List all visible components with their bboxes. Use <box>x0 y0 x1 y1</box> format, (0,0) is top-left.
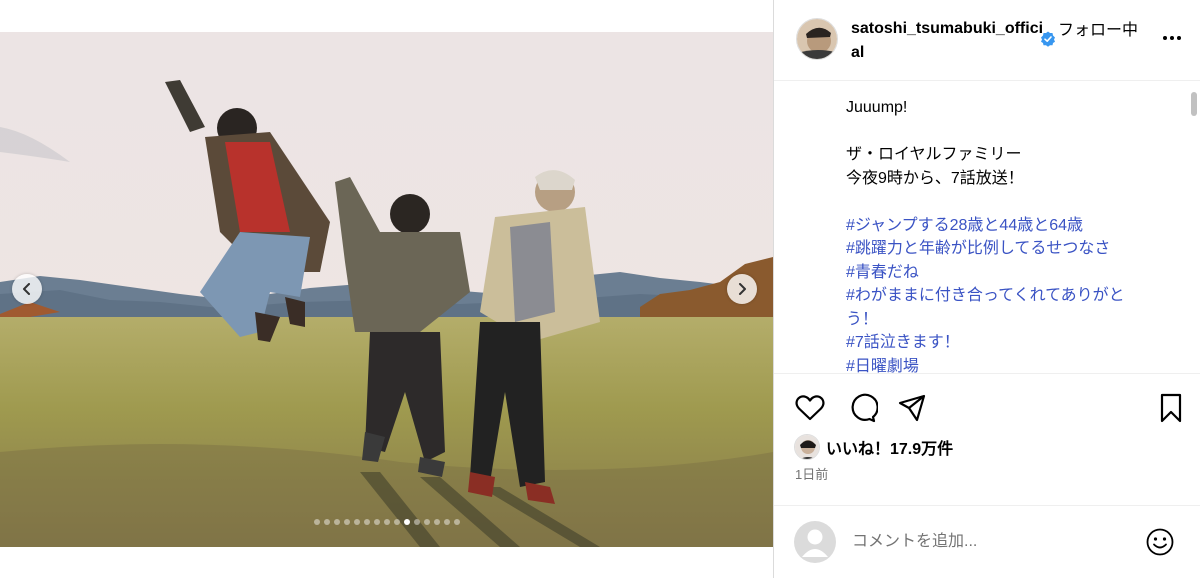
slide-dot <box>433 519 440 525</box>
author-username[interactable]: satoshi_tsumabuki_official <box>851 17 1051 65</box>
slide-dot-active <box>403 519 410 525</box>
slide-dot <box>423 519 430 525</box>
hashtag-link[interactable]: #7話泣きます！ <box>846 331 1176 355</box>
slide-indicator <box>0 519 773 525</box>
caption-area[interactable]: Juuump! ザ・ロイヤルファミリー 今夜9時から、7話放送！ #ジャンプする… <box>774 82 1200 374</box>
hashtag-link-continued[interactable]: う！ <box>846 308 1176 332</box>
chevron-left-icon <box>23 283 30 295</box>
slide-dot <box>343 519 350 525</box>
caption-line <box>846 120 1176 144</box>
slide-dot <box>443 519 450 525</box>
post-photo[interactable] <box>0 32 773 547</box>
hashtag-link[interactable]: #跳躍力と年齢が比例してるせつなさ <box>846 237 1176 261</box>
likes-count[interactable]: いいね！17.9万件 <box>826 435 953 459</box>
comment-input[interactable] <box>852 530 1132 554</box>
heart-icon[interactable] <box>794 392 826 424</box>
slide-dot <box>453 519 460 525</box>
likes-row[interactable]: いいね！17.9万件 <box>794 434 953 460</box>
comment-icon[interactable] <box>846 392 878 424</box>
bookmark-icon[interactable] <box>1155 392 1187 424</box>
more-options-button[interactable] <box>1160 28 1184 48</box>
slide-dot <box>373 519 380 525</box>
emoji-icon[interactable] <box>1145 527 1175 557</box>
previous-slide-button[interactable] <box>12 274 42 304</box>
post-header: satoshi_tsumabuki_official フォロー中 <box>774 0 1200 81</box>
slide-dot <box>393 519 400 525</box>
caption-line: 今夜9時から、7話放送！ <box>846 169 1024 187</box>
photo-illustration <box>0 32 773 547</box>
chevron-right-icon <box>739 283 746 295</box>
post-actions <box>774 390 1200 426</box>
user-avatar <box>794 521 836 563</box>
next-slide-button[interactable] <box>727 274 757 304</box>
post-timestamp[interactable]: 1日前 <box>795 464 828 483</box>
following-button[interactable]: フォロー中 <box>1058 16 1138 40</box>
post-side-panel: satoshi_tsumabuki_official フォロー中 Juuump!… <box>773 0 1200 578</box>
scrollbar-thumb[interactable] <box>1191 92 1197 116</box>
caption-scrollbar[interactable] <box>1189 88 1198 368</box>
liker-avatar <box>794 434 820 460</box>
more-dot-icon <box>1177 36 1181 40</box>
post-media <box>0 0 773 578</box>
hashtag-link[interactable]: #ジャンプする28歳と44歳と64歳 <box>846 214 1176 238</box>
slide-dot <box>313 519 320 525</box>
slide-dot <box>333 519 340 525</box>
caption-line <box>846 190 1176 214</box>
share-icon[interactable] <box>896 392 928 424</box>
verified-badge-icon <box>1041 31 1055 47</box>
hashtag-link[interactable]: #日曜劇場 <box>846 355 1176 374</box>
caption-line: Juuump! <box>846 99 908 116</box>
more-dot-icon <box>1163 36 1167 40</box>
comment-composer <box>774 505 1200 578</box>
slide-dot <box>363 519 370 525</box>
hashtag-link[interactable]: #わがままに付き合ってくれてありがと <box>846 284 1176 308</box>
slide-dot <box>413 519 420 525</box>
post-caption: Juuump! ザ・ロイヤルファミリー 今夜9時から、7話放送！ #ジャンプする… <box>846 96 1176 374</box>
author-avatar[interactable] <box>796 18 838 60</box>
more-dot-icon <box>1170 36 1174 40</box>
hashtag-link[interactable]: #青春だね <box>846 261 1176 285</box>
slide-dot <box>353 519 360 525</box>
slide-dot <box>323 519 330 525</box>
slide-dot <box>383 519 390 525</box>
caption-line: ザ・ロイヤルファミリー <box>846 146 1022 163</box>
